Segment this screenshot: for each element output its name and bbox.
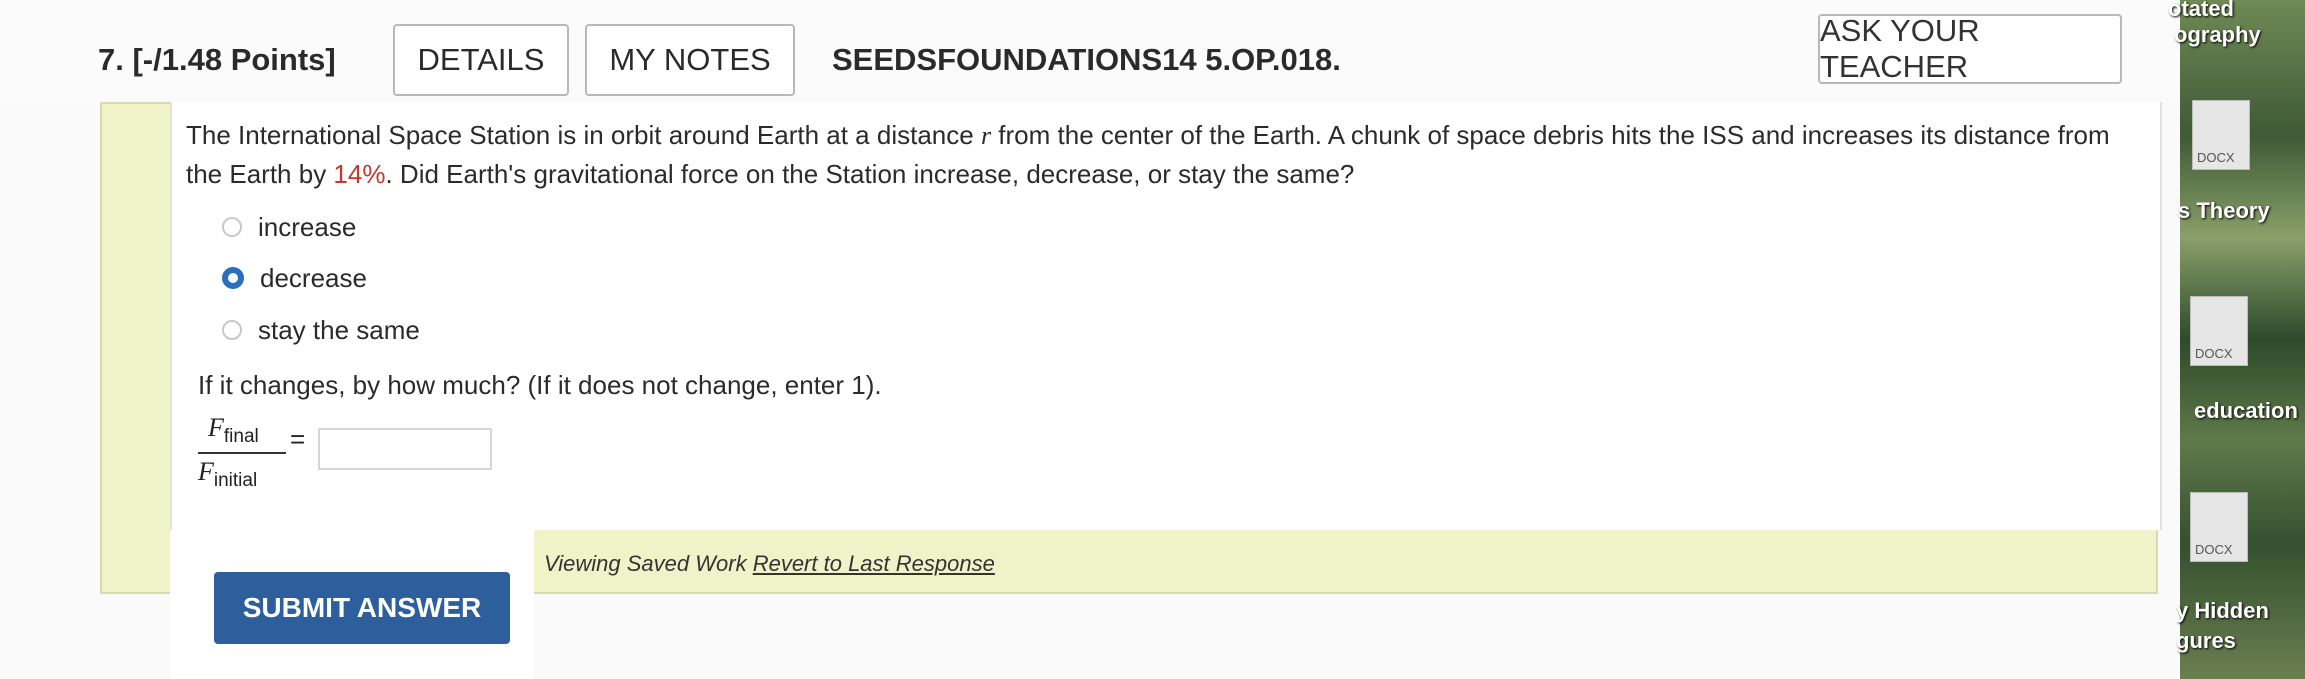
page-bottom <box>534 594 2180 679</box>
numerator-variable: F <box>208 413 224 442</box>
saved-work-notice: Viewing Saved Work Revert to Last Respon… <box>544 551 995 577</box>
fraction-denominator: Finitial <box>198 456 257 492</box>
docx-file-icon[interactable]: DOCX <box>2192 100 2250 170</box>
question-id: SEEDSFOUNDATIONS14 5.OP.018. <box>832 42 1341 77</box>
option-increase[interactable]: increase <box>222 210 356 244</box>
option-label: stay the same <box>258 314 420 345</box>
fraction-numerator: Ffinal <box>208 412 259 448</box>
docx-file-icon[interactable]: DOCX <box>2190 296 2248 366</box>
radio-button-selected[interactable] <box>222 267 244 289</box>
desktop-label: ography <box>2174 22 2261 47</box>
variable-r: r <box>980 121 992 150</box>
question-number-and-points: 7. [-/1.48 Points] <box>98 42 336 78</box>
desktop-label: gures <box>2176 628 2236 653</box>
fraction-bar <box>198 452 286 454</box>
desktop-label: otated <box>2168 0 2234 21</box>
question-text-part3: . Did Earth's gravitational force on the… <box>385 159 1355 189</box>
file-extension: DOCX <box>2197 150 2235 165</box>
webassign-question-page: 7. [-/1.48 Points] DETAILS MY NOTES SEED… <box>0 0 2180 679</box>
answer-input[interactable] <box>318 428 492 470</box>
submit-label: SUBMIT ANSWER <box>242 592 482 623</box>
browser-content: 7. [-/1.48 Points] DETAILS MY NOTES SEED… <box>0 0 2180 679</box>
submit-answer-button[interactable]: SUBMIT ANSWER <box>214 572 510 644</box>
file-extension: DOCX <box>2195 542 2233 557</box>
desktop-background: otated ography DOCX s Theory DOCX educat… <box>2168 0 2305 679</box>
docx-file-icon[interactable]: DOCX <box>2190 492 2248 562</box>
desktop-label: education <box>2194 398 2298 423</box>
question-text-part1: The International Space Station is in or… <box>186 120 981 150</box>
viewing-saved-text: Viewing Saved Work <box>544 551 753 576</box>
details-label: DETAILS <box>417 42 545 77</box>
my-notes-button[interactable]: MY NOTES <box>585 24 795 96</box>
question-text: The International Space Station is in or… <box>186 116 2146 193</box>
desktop-label: s Theory <box>2178 198 2270 223</box>
option-label: decrease <box>260 262 367 293</box>
file-extension: DOCX <box>2195 346 2233 361</box>
my-notes-label: MY NOTES <box>609 42 771 77</box>
details-button[interactable]: DETAILS <box>393 24 569 96</box>
radio-button-unselected[interactable] <box>222 217 242 237</box>
option-decrease[interactable]: decrease <box>222 261 367 295</box>
points-label: [-/1.48 Points] <box>132 42 336 77</box>
question-header: 7. [-/1.48 Points] DETAILS MY NOTES SEED… <box>0 0 2180 100</box>
subquestion-text: If it changes, by how much? (If it does … <box>198 370 882 400</box>
desktop-label: y Hidden <box>2176 598 2269 623</box>
ask-your-teacher-button[interactable]: ASK YOUR TEACHER <box>1818 13 2122 84</box>
radio-button-unselected[interactable] <box>222 320 242 340</box>
denominator-subscript: initial <box>213 470 258 492</box>
revert-link[interactable]: Revert to Last Response <box>753 551 995 576</box>
percent-value: 14% <box>333 159 386 189</box>
force-ratio-fraction: Ffinal Finitial <box>198 412 298 492</box>
equals-sign: = <box>290 424 306 454</box>
option-label: increase <box>258 211 357 242</box>
option-stay-the-same[interactable]: stay the same <box>222 313 420 347</box>
ask-teacher-label: ASK YOUR TEACHER <box>1820 13 1980 84</box>
question-number: 7. <box>98 42 124 77</box>
numerator-subscript: final <box>223 426 259 448</box>
denominator-variable: F <box>198 457 214 486</box>
